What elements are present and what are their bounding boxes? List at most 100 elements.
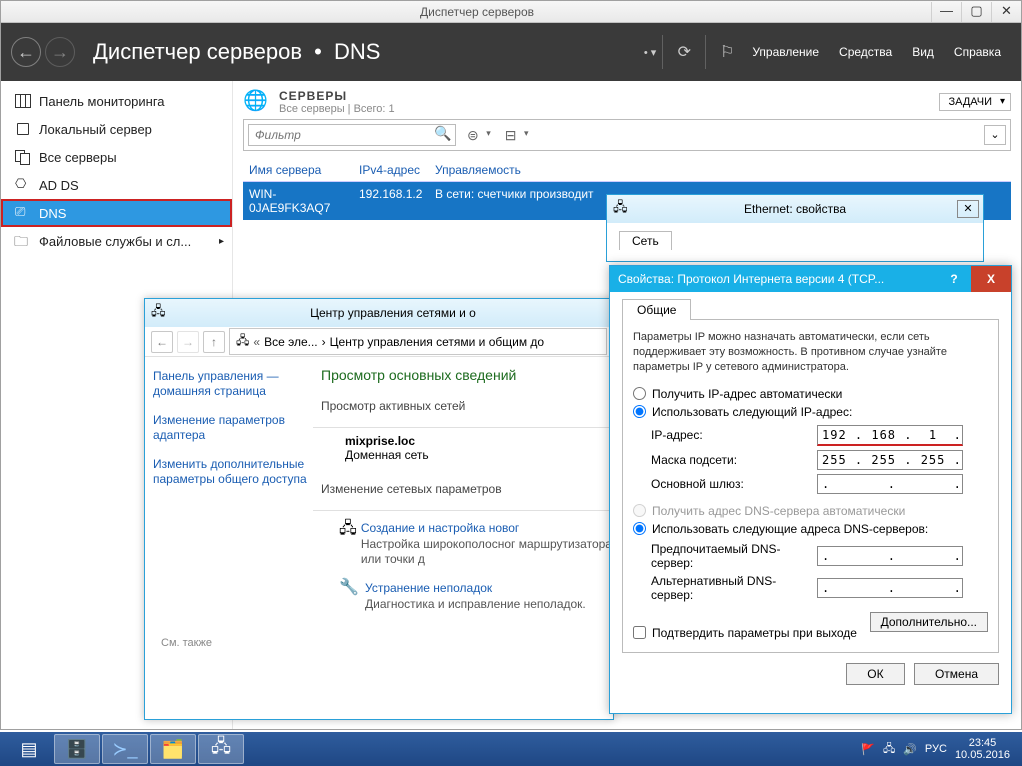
ipv4-properties-dialog: Свойства: Протокол Интернета версии 4 (T… — [609, 265, 1012, 714]
sidebar-item-label: Панель мониторинга — [39, 94, 165, 109]
sidebar-item-local-server[interactable]: Локальный сервер — [1, 115, 232, 143]
menu-view[interactable]: Вид — [902, 45, 944, 59]
label-gateway: Основной шлюз: — [651, 477, 817, 491]
link-troubleshoot[interactable]: Устранение неполадок — [365, 581, 586, 595]
close-button[interactable]: ✕ — [991, 2, 1021, 22]
task-powershell[interactable]: ≻_ — [102, 734, 148, 764]
nc-navbar: ← → ↑ 🖧 « Все эле... › Центр управления … — [145, 327, 613, 357]
menu-help[interactable]: Справка — [944, 45, 1011, 59]
menu-tools[interactable]: Средства — [829, 45, 902, 59]
radio-label: Использовать следующие адреса DNS-сервер… — [652, 522, 928, 536]
tab-network[interactable]: Сеть — [619, 231, 672, 250]
titlebar: Диспетчер серверов — ▢ ✕ — [1, 1, 1021, 23]
breadcrumb-leaf[interactable]: DNS — [334, 39, 380, 64]
tray-language[interactable]: РУС — [925, 743, 947, 755]
radio-manual-dns[interactable]: Использовать следующие адреса DNS-сервер… — [633, 522, 988, 536]
clock[interactable]: 23:45 10.05.2016 — [955, 737, 1010, 761]
cancel-button[interactable]: Отмена — [914, 663, 999, 685]
nc-crumb-all[interactable]: Все эле... — [264, 335, 318, 349]
breadcrumb-root[interactable]: Диспетчер серверов — [93, 39, 302, 64]
troubleshoot-icon: 🔧 — [339, 577, 361, 595]
refresh-icon[interactable]: ⟳ — [669, 37, 699, 67]
active-network: mixprise.loc Доменная сеть — [345, 434, 613, 462]
col-manageability[interactable]: Управляемость — [429, 159, 1011, 181]
link-cp-home[interactable]: Панель управления — домашняя страница — [153, 369, 313, 399]
nc-back-button[interactable]: ← — [151, 331, 173, 353]
flag-icon[interactable]: ⚐ — [712, 37, 742, 67]
sidebar-item-adds[interactable]: AD DS — [1, 171, 232, 199]
app-icon — [7, 4, 23, 20]
input-alt-dns[interactable] — [817, 578, 963, 598]
expand-button[interactable]: ⌄ — [984, 125, 1006, 145]
nc-crumb-here[interactable]: Центр управления сетями и общим до — [330, 335, 544, 349]
search-icon[interactable]: 🔍 — [431, 125, 455, 145]
dashboard-icon — [15, 94, 31, 108]
tasks-dropdown[interactable]: ЗАДАЧИ — [939, 93, 1011, 111]
nc-up-button[interactable]: ↑ — [203, 331, 225, 353]
input-ip-address[interactable] — [817, 425, 963, 446]
back-button[interactable]: ← — [11, 37, 41, 67]
radio-auto-ip[interactable]: Получить IP-адрес автоматически — [633, 387, 988, 401]
nc-forward-button[interactable]: → — [177, 331, 199, 353]
maximize-button[interactable]: ▢ — [961, 2, 991, 22]
save-query-button[interactable]: ⊟ — [498, 125, 532, 146]
clock-date: 10.05.2016 — [955, 749, 1010, 761]
sidebar-item-label: Локальный сервер — [39, 122, 152, 137]
link-new-connection[interactable]: Создание и настройка новог — [361, 521, 613, 535]
help-button[interactable]: ? — [937, 272, 971, 286]
input-subnet-mask[interactable] — [817, 450, 963, 470]
ok-button[interactable]: ОК — [846, 663, 904, 685]
nc-main: Просмотр основных сведений Просмотр акти… — [321, 357, 613, 719]
tab-general[interactable]: Общие — [622, 299, 691, 320]
chevron-right-icon: ▸ — [219, 236, 224, 247]
network-icon: 🖧 — [613, 198, 628, 220]
radio-label: Получить IP-адрес автоматически — [652, 387, 842, 401]
tray-security-icon[interactable]: 🚩 — [861, 743, 875, 756]
input-gateway[interactable] — [817, 474, 963, 494]
label-mask: Маска подсети: — [651, 453, 817, 467]
col-ipv4[interactable]: IPv4-адрес — [353, 159, 429, 181]
new-connection-icon: 🖧 — [339, 517, 357, 535]
ipv4-description: Параметры IP можно назначать автоматичес… — [633, 330, 988, 375]
taskbar: ▤ 🗄️ ≻_ 🗂️ 🖧 🚩 🖧 🔊 РУС 23:45 10.05.2016 — [0, 732, 1022, 766]
nc-address-bar[interactable]: 🖧 « Все эле... › Центр управления сетями… — [229, 328, 607, 355]
ethernet-properties-window: 🖧 Ethernet: свойства ✕ Сеть — [606, 194, 984, 262]
sidebar-item-dns[interactable]: DNS — [1, 199, 232, 227]
sidebar-item-all-servers[interactable]: Все серверы — [1, 143, 232, 171]
filter-input[interactable] — [249, 125, 431, 145]
network-center-icon: 🖧 — [151, 302, 167, 324]
see-also-label: См. также — [161, 637, 313, 649]
sidebar-item-label: DNS — [39, 206, 66, 221]
network-center-icon: 🖧 — [236, 331, 249, 352]
tray-sound-icon[interactable]: 🔊 — [903, 743, 917, 756]
radio-auto-dns: Получить адрес DNS-сервера автоматически — [633, 504, 988, 518]
view-options-button[interactable]: ⊜ — [460, 125, 494, 146]
advanced-button[interactable]: Дополнительно... — [870, 612, 988, 632]
link-sharing-settings[interactable]: Изменить дополнительные параметры общего… — [153, 457, 313, 487]
task-network-center[interactable]: 🖧 — [198, 734, 244, 764]
radio-manual-ip[interactable]: Использовать следующий IP-адрес: — [633, 405, 988, 419]
tray-network-icon[interactable]: 🖧 — [883, 740, 895, 759]
checkbox-validate[interactable]: Подтвердить параметры при выходе — [633, 626, 857, 640]
minimize-button[interactable]: — — [931, 2, 961, 22]
troubleshoot-desc: Диагностика и исправление неполадок. — [365, 597, 586, 612]
link-adapter-settings[interactable]: Изменение параметров адаптера — [153, 413, 313, 443]
nc-section-change: Изменение сетевых параметров — [321, 478, 613, 504]
input-preferred-dns[interactable] — [817, 546, 963, 566]
radio-label: Получить адрес DNS-сервера автоматически — [652, 504, 905, 518]
start-button[interactable]: ▤ — [6, 734, 52, 764]
close-button[interactable]: X — [971, 266, 1011, 292]
sidebar-item-file-services[interactable]: Файловые службы и сл...▸ — [1, 227, 232, 255]
col-server-name[interactable]: Имя сервера — [243, 159, 353, 181]
folder-icon — [15, 234, 31, 248]
close-icon[interactable]: ✕ — [957, 200, 979, 218]
sidebar-item-dashboard[interactable]: Панель мониторинга — [1, 87, 232, 115]
menu-manage[interactable]: Управление — [742, 45, 829, 59]
filter-box: 🔍 — [248, 124, 456, 146]
forward-button[interactable]: → — [45, 37, 75, 67]
nc-titlebar: 🖧 Центр управления сетями и о — [145, 299, 613, 327]
task-explorer[interactable]: 🗂️ — [150, 734, 196, 764]
sidebar-item-label: Все серверы — [39, 150, 117, 165]
ipv4-title: Свойства: Протокол Интернета версии 4 (T… — [618, 272, 884, 286]
task-server-manager[interactable]: 🗄️ — [54, 734, 100, 764]
